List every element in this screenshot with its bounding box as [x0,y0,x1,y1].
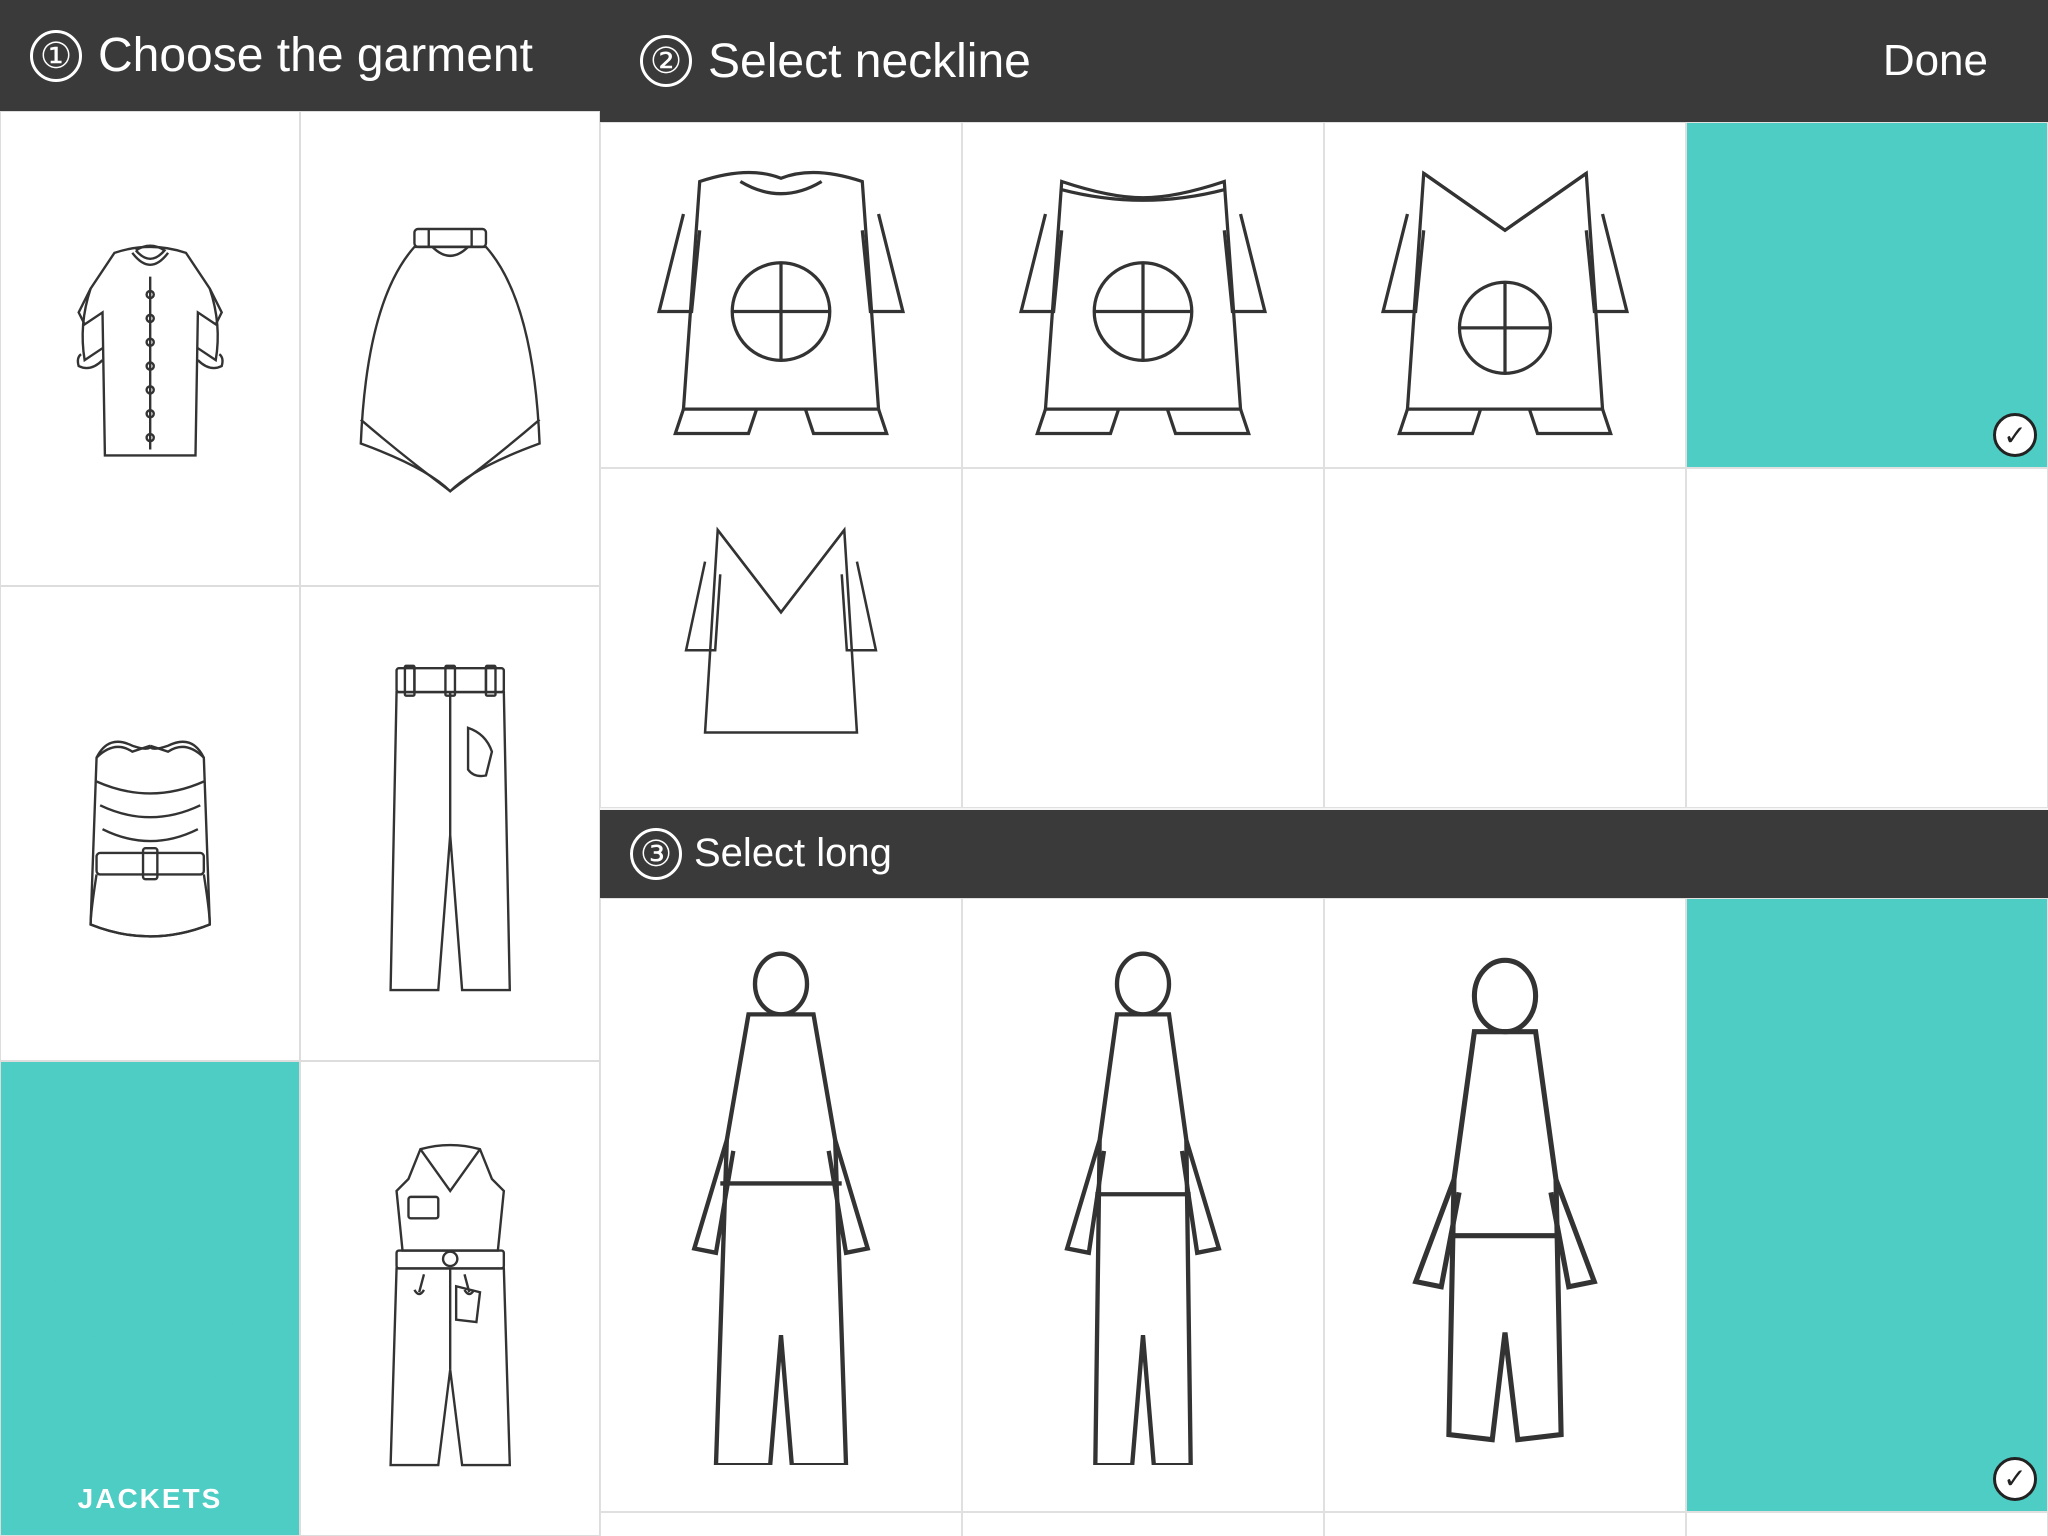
neckline-boat[interactable] [962,122,1324,468]
neckline-empty-1 [962,468,1324,808]
long-section-header: ③ Select long [600,810,2048,898]
jacket-icon [31,1109,269,1487]
garment-blouse[interactable] [0,111,300,586]
deep-v-icon [646,511,916,764]
neckline-check: ✓ [1993,413,2037,457]
long-slim-icon [990,945,1296,1465]
left-title: Choose the garment [98,28,533,83]
done-button[interactable]: Done [1863,28,2008,94]
neckline-extra-row [600,468,2048,808]
jacket-label: JACKETS [78,1483,223,1515]
right-panel: ② Select neckline Done [600,0,2048,1536]
long-section: ③ Select long [600,810,2048,1536]
left-panel: ① Choose the garment [0,0,600,1536]
step2-circle: ② [640,35,692,87]
corset-icon [31,634,269,1012]
neckline-title: Select neckline [708,34,1031,89]
long-mid[interactable] [1324,898,1686,1512]
long-dress[interactable] [600,1512,962,1536]
mid-icon [1352,945,1658,1465]
garment-jumpsuit[interactable] [300,1061,600,1536]
boat-neck-icon [990,149,1296,442]
garment-jacket[interactable]: JACKETS [0,1061,300,1536]
neckline-deep-v[interactable] [600,468,962,808]
round-neck-icon [628,149,934,442]
cape-icon [331,159,569,537]
blouse-icon [31,159,269,537]
neckline-empty-3 [1686,468,2048,808]
garment-grid: JACKETS [0,111,600,1536]
right-header: ② Select neckline Done [600,0,2048,122]
step1-circle: ① [30,30,82,82]
long-full-icon [628,945,934,1465]
trousers-icon [331,634,569,1012]
long-empty-2 [1324,1512,1686,1536]
long-empty-3 [1686,1512,2048,1536]
neckline-section: ✓ [600,122,2048,808]
neckline-round[interactable] [600,122,962,468]
short-vest-icon [1714,945,2020,1465]
main-container: ① Choose the garment [0,0,2048,1536]
jumpsuit-icon [331,1109,569,1487]
neckline-cowl[interactable]: ✓ [1686,122,2048,468]
long-title: Select long [694,831,892,876]
long-empty-1 [962,1512,1324,1536]
neckline-options: ✓ [600,122,2048,468]
left-header: ① Choose the garment [0,0,600,111]
long-short-vest[interactable]: ✓ [1686,898,2048,1512]
long-options: ✓ [600,898,2048,1512]
cowl-neck-icon [1714,149,2020,442]
garment-trousers[interactable] [300,586,600,1061]
long-extra-row [600,1512,2048,1536]
long-check: ✓ [1993,1457,2037,1501]
long-slim[interactable] [962,898,1324,1512]
neckline-empty-2 [1324,468,1686,808]
neckline-vneck[interactable] [1324,122,1686,468]
v-neck-icon [1352,149,1658,442]
right-header-title: ② Select neckline [640,34,1031,89]
long-full[interactable] [600,898,962,1512]
step3-circle: ③ [630,828,682,880]
garment-cape[interactable] [300,111,600,586]
garment-corset[interactable] [0,586,300,1061]
